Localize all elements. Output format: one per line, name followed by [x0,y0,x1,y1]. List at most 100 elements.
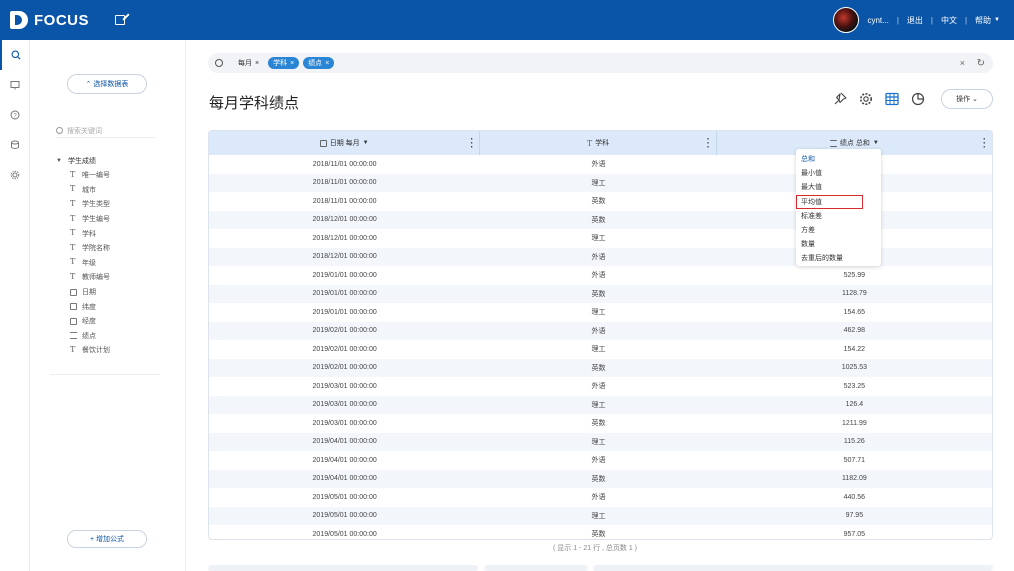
table-row[interactable]: 2019/05/01 00:00:00 理工 97.95 [209,506,992,525]
column-menu-icon[interactable]: · · · [470,135,473,152]
table-row[interactable]: 2019/02/01 00:00:00 理工 154.22 [209,340,992,359]
table-row[interactable]: 2019/02/01 00:00:00 英数 1025.53 [209,358,992,377]
text-field-icon [70,214,77,223]
avatar[interactable] [833,7,860,33]
search-token[interactable]: 每月 × [233,57,264,69]
table-row[interactable]: 2019/05/01 00:00:00 英数 957.05 [209,525,992,539]
text-field-icon [70,199,77,208]
tree-root[interactable]: ▼ 学生成绩 [56,154,166,168]
clear-search-icon[interactable]: × [960,58,965,68]
refresh-icon[interactable]: ↻ [977,58,985,69]
aggregate-option[interactable]: 去重后的数量 [796,251,881,265]
table-cell: 英数 [591,420,606,428]
table-name: 学生成绩 [67,158,96,165]
nav-help[interactable]: ? [0,100,30,130]
remove-token-icon[interactable]: × [255,60,259,67]
field-item[interactable]: 唯一编号 [56,168,166,183]
field-item[interactable]: 学生类型 [56,197,166,212]
field-item[interactable]: 教师编号 [56,270,166,285]
column-label: 日期 每月 [329,140,360,147]
table-cell: 1211.99 [841,419,867,427]
chevron-down-icon[interactable]: ▼ [994,17,1000,23]
nav-settings[interactable] [0,160,30,190]
table-row[interactable]: 2019/04/01 00:00:00 英数 1182.09 [209,469,992,488]
aggregate-option[interactable]: 标准差 [796,209,881,223]
table-row[interactable]: 2019/02/01 00:00:00 外语 462.98 [209,321,992,340]
question-icon: ? [10,110,20,120]
table-view-button[interactable] [884,91,900,107]
text-field-icon [70,257,77,266]
username[interactable]: cynt... [867,16,888,25]
field-label: 教师编号 [82,274,110,282]
table-cell: 2019/01/01 00:00:00 [312,271,377,279]
table-row[interactable]: 2019/04/01 00:00:00 外语 507.71 [209,451,992,470]
table-row[interactable]: 2019/01/01 00:00:00 理工 154.65 [209,303,992,322]
table-row[interactable]: 2019/03/01 00:00:00 英数 1211.99 [209,414,992,433]
field-item[interactable]: 年级 [56,256,166,271]
focus-logo[interactable]: FOCUS [10,11,89,29]
aggregate-option[interactable]: 平均值 [796,194,863,209]
field-label: 日期 [82,289,96,297]
field-search-input[interactable]: 搜索关键词 [56,124,156,138]
table-cell: 2019/02/01 00:00:00 [312,327,377,335]
field-list: 唯一编号城市学生类型学生编号学科学院名称年级教师编号日期纬度经度绩点餐饮计划 [56,168,166,358]
table-cell: 115.26 [843,438,865,446]
field-item[interactable]: 学科 [56,226,166,241]
caret-down-icon[interactable]: ▼ [873,140,879,146]
search-token[interactable]: 绩点 × [303,57,335,69]
aggregate-option[interactable]: 数量 [796,237,881,251]
remove-token-icon[interactable]: × [325,60,329,67]
language-switch[interactable]: 中文 [941,15,957,26]
operations-button[interactable]: 操作 ⌄ [941,89,993,109]
aggregate-option[interactable]: 方差 [796,223,881,237]
column-header-subject[interactable]: T 学科 · · · [480,131,717,155]
aggregate-option[interactable]: 最大值 [796,180,881,194]
table-cell: 1182.09 [841,475,867,483]
pin-button[interactable] [832,91,848,107]
cube-icon [70,303,77,311]
table-cell: 2019/04/01 00:00:00 [312,456,377,464]
help-link[interactable]: 帮助 [975,15,991,26]
field-item[interactable]: 纬度 [56,299,166,314]
table-cell: 外语 [591,327,606,335]
chart-view-button[interactable] [910,91,926,107]
aggregate-option[interactable]: 总和 [796,152,881,166]
table-row[interactable]: 2019/01/01 00:00:00 外语 525.99 [209,266,992,285]
aggregate-option[interactable]: 最小值 [796,166,881,180]
logout-link[interactable]: 退出 [907,15,923,26]
table-row[interactable]: 2019/03/01 00:00:00 外语 523.25 [209,377,992,396]
table-cell: 1025.53 [841,364,867,372]
field-item[interactable]: 学生编号 [56,212,166,227]
caret-down-icon[interactable]: ▼ [363,140,369,146]
table-row[interactable]: 2019/01/01 00:00:00 英数 1128.79 [209,284,992,303]
edit-icon[interactable] [115,15,125,25]
column-menu-icon[interactable]: · · · [707,135,710,152]
settings-button[interactable] [858,91,874,107]
remove-token-icon[interactable]: × [290,60,294,67]
table-row[interactable]: 2019/04/01 00:00:00 理工 115.26 [209,432,992,451]
table-row[interactable]: 2019/05/01 00:00:00 外语 440.56 [209,488,992,507]
select-table-button[interactable]: ⌃ 选择数据表 [67,74,147,94]
nav-data[interactable] [0,130,30,160]
column-header-date[interactable]: 日期 每月 ▼ · · · [209,131,481,155]
search-bar[interactable]: 每月 × 学科 × 绩点 × × ↻ [208,53,993,73]
field-item[interactable]: 学院名称 [56,241,166,256]
table-cell: 理工 [591,512,606,520]
caret-down-icon[interactable]: ▼ [56,158,62,164]
table-cell: 154.65 [843,308,866,316]
field-item[interactable]: 经度 [56,314,166,329]
table-cell: 2018/11/01 00:00:00 [312,179,377,187]
top-header: FOCUS cynt... | 退出 | 中文 | 帮助 ▼ [0,0,1014,40]
field-item[interactable]: 绩点 [56,329,166,344]
nav-search[interactable] [0,40,30,70]
pin-icon [834,92,847,105]
field-item[interactable]: 日期 [56,285,166,300]
table-row[interactable]: 2019/03/01 00:00:00 理工 126.4 [209,395,992,414]
field-label: 学院名称 [82,245,110,253]
field-item[interactable]: 餐饮计划 [56,343,166,358]
column-menu-icon[interactable]: · · · [983,135,986,152]
field-item[interactable]: 城市 [56,183,166,198]
nav-dashboard[interactable] [0,70,30,100]
table-cell: 2019/02/01 00:00:00 [312,345,377,353]
search-token[interactable]: 学科 × [268,57,300,69]
